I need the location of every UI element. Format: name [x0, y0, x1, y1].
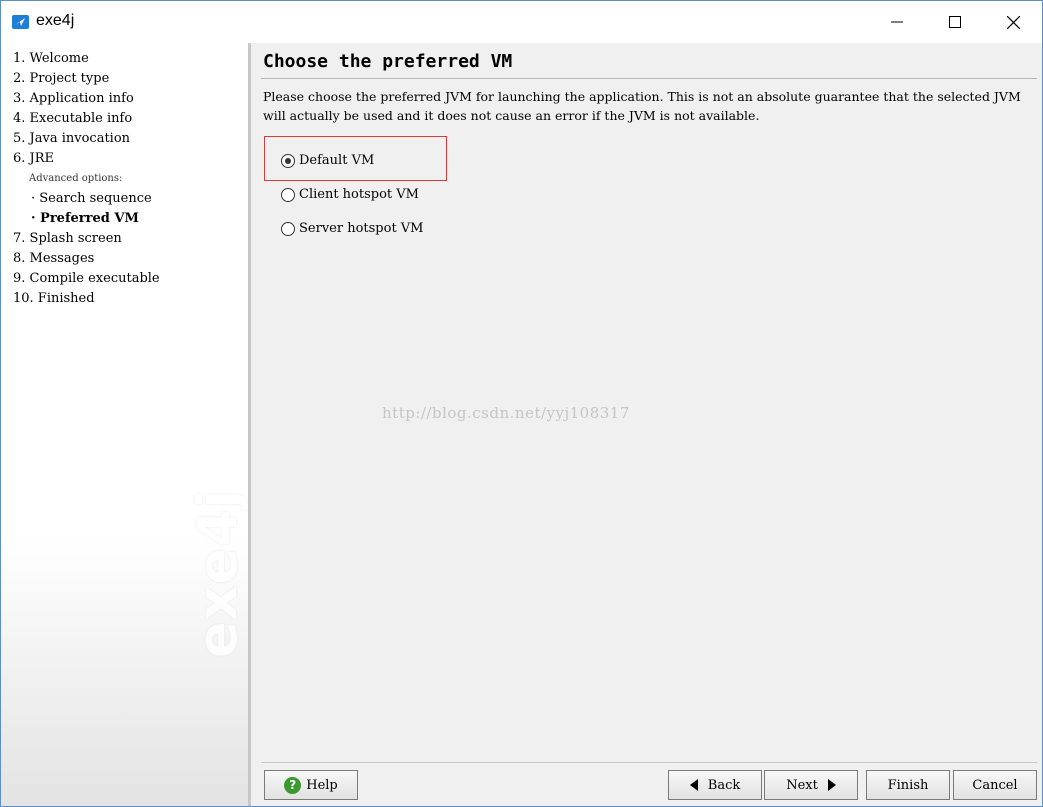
finish-button[interactable]: Finish: [866, 770, 950, 800]
arrow-right-icon: [827, 779, 836, 791]
advanced-options-label: Advanced options:: [29, 173, 123, 184]
app-icon: [12, 15, 29, 29]
next-button[interactable]: Next: [764, 770, 858, 800]
step-finished[interactable]: 10. Finished: [13, 291, 95, 306]
wizard-steps-sidebar: 1. Welcome 2. Project type 3. Applicatio…: [1, 43, 249, 806]
next-button-label: Next: [786, 777, 818, 793]
radio-label: Client hotspot VM: [299, 187, 419, 202]
main-panel: Choose the preferred VM Please choose th…: [251, 43, 1042, 806]
buttons-divider: [261, 762, 1037, 763]
step-search-sequence[interactable]: · Search sequence: [31, 191, 152, 206]
back-button[interactable]: Back: [668, 770, 762, 800]
step-compile-executable[interactable]: 9. Compile executable: [13, 271, 160, 286]
exe4j-window: exe4j 1. Welcome 2. Project type 3. Appl…: [0, 0, 1043, 807]
step-java-invocation[interactable]: 5. Java invocation: [13, 131, 130, 146]
step-messages[interactable]: 8. Messages: [13, 251, 94, 266]
cancel-button-label: Cancel: [972, 777, 1018, 793]
title-bar[interactable]: exe4j: [1, 1, 1042, 43]
radio-client-hotspot-vm[interactable]: Client hotspot VM: [281, 187, 419, 202]
close-icon: [1006, 15, 1020, 29]
radio-label: Default VM: [299, 153, 375, 168]
step-jre[interactable]: 6. JRE: [13, 151, 54, 166]
maximize-icon: [949, 16, 961, 28]
help-button[interactable]: ? Help: [264, 770, 358, 800]
window-title: exe4j: [36, 12, 75, 29]
radio-server-hotspot-vm[interactable]: Server hotspot VM: [281, 221, 424, 236]
step-application-info[interactable]: 3. Application info: [13, 91, 134, 106]
radio-button-checked[interactable]: [281, 153, 295, 168]
back-button-label: Back: [707, 777, 741, 793]
radio-default-vm[interactable]: Default VM: [281, 153, 374, 168]
radio-button[interactable]: [281, 187, 295, 202]
radio-button[interactable]: [281, 221, 295, 236]
step-project-type[interactable]: 2. Project type: [13, 71, 109, 86]
help-button-label: Help: [306, 777, 338, 793]
step-welcome[interactable]: 1. Welcome: [13, 51, 89, 66]
step-splash-screen[interactable]: 7. Splash screen: [13, 231, 122, 246]
step-executable-info[interactable]: 4. Executable info: [13, 111, 132, 126]
page-title: Choose the preferred VM: [263, 51, 513, 72]
close-button[interactable]: [984, 1, 1042, 43]
title-divider: [261, 78, 1037, 79]
page-description: Please choose the preferred JVM for laun…: [263, 89, 1021, 123]
exe4j-logo: exe4j: [186, 488, 249, 658]
step-preferred-vm[interactable]: · Preferred VM: [31, 211, 139, 226]
help-icon: ?: [284, 776, 302, 794]
arrow-left-icon: [689, 779, 698, 791]
cancel-button[interactable]: Cancel: [953, 770, 1037, 800]
finish-button-label: Finish: [887, 777, 929, 793]
radio-label: Server hotspot VM: [299, 221, 424, 236]
minimize-icon: [891, 21, 903, 23]
minimize-button[interactable]: [868, 1, 926, 43]
maximize-button[interactable]: [926, 1, 984, 43]
url-watermark: http://blog.csdn.net/yyj108317: [382, 404, 630, 422]
